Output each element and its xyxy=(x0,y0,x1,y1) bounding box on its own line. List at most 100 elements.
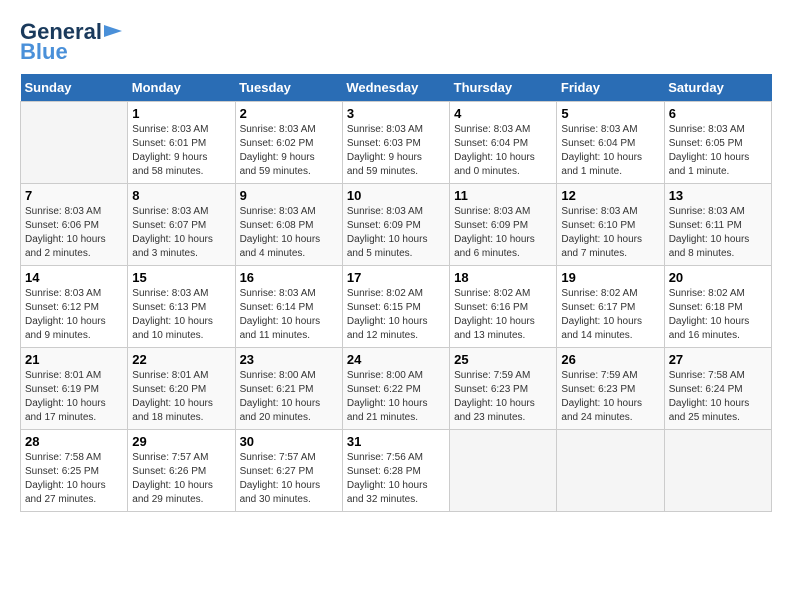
calendar-cell: 10Sunrise: 8:03 AMSunset: 6:09 PMDayligh… xyxy=(342,184,449,266)
day-number: 3 xyxy=(347,106,445,121)
day-number: 4 xyxy=(454,106,552,121)
calendar-cell xyxy=(21,102,128,184)
day-number: 31 xyxy=(347,434,445,449)
day-info: Sunrise: 7:57 AMSunset: 6:27 PMDaylight:… xyxy=(240,451,338,507)
calendar-header-friday: Friday xyxy=(557,74,664,102)
day-number: 29 xyxy=(132,434,230,449)
day-info: Sunrise: 8:03 AMSunset: 6:11 PMDaylight:… xyxy=(669,205,767,261)
day-info: Sunrise: 8:02 AMSunset: 6:16 PMDaylight:… xyxy=(454,287,552,343)
day-info: Sunrise: 7:58 AMSunset: 6:24 PMDaylight:… xyxy=(669,369,767,425)
calendar-cell: 5 Sunrise: 8:03 AMSunset: 6:04 PMDaylight… xyxy=(557,102,664,184)
day-info: Sunrise: 8:03 AMSunset: 6:03 PMDaylight:… xyxy=(347,123,445,179)
day-info: Sunrise: 8:00 AMSunset: 6:21 PMDaylight:… xyxy=(240,369,338,425)
day-info: Sunrise: 8:03 AMSunset: 6:04 PMDaylight:… xyxy=(454,123,552,179)
calendar-header-thursday: Thursday xyxy=(450,74,557,102)
calendar-body: 1 Sunrise: 8:03 AMSunset: 6:01 PMDaylight… xyxy=(21,102,772,512)
calendar-cell: 13Sunrise: 8:03 AMSunset: 6:11 PMDayligh… xyxy=(664,184,771,266)
calendar-cell: 21Sunrise: 8:01 AMSunset: 6:19 PMDayligh… xyxy=(21,348,128,430)
calendar-cell: 7 Sunrise: 8:03 AMSunset: 6:06 PMDaylight… xyxy=(21,184,128,266)
calendar-cell: 8 Sunrise: 8:03 AMSunset: 6:07 PMDaylight… xyxy=(128,184,235,266)
day-number: 30 xyxy=(240,434,338,449)
day-info: Sunrise: 8:01 AMSunset: 6:20 PMDaylight:… xyxy=(132,369,230,425)
day-number: 18 xyxy=(454,270,552,285)
calendar-cell: 14 Sunrise: 8:03 AMSunset: 6:12 PMDayligh… xyxy=(21,266,128,348)
day-number: 23 xyxy=(240,352,338,367)
calendar-cell: 19Sunrise: 8:02 AMSunset: 6:17 PMDayligh… xyxy=(557,266,664,348)
calendar-cell xyxy=(557,430,664,512)
day-number: 25 xyxy=(454,352,552,367)
day-number: 14 xyxy=(25,270,123,285)
logo-bird-icon xyxy=(104,21,122,41)
calendar-cell: 16 Sunrise: 8:03 AMSunset: 6:14 PMDayligh… xyxy=(235,266,342,348)
calendar-header: SundayMondayTuesdayWednesdayThursdayFrid… xyxy=(21,74,772,102)
calendar-week-5: 28Sunrise: 7:58 AMSunset: 6:25 PMDayligh… xyxy=(21,430,772,512)
day-info: Sunrise: 7:56 AMSunset: 6:28 PMDaylight:… xyxy=(347,451,445,507)
calendar-cell: 18 Sunrise: 8:02 AMSunset: 6:16 PMDayligh… xyxy=(450,266,557,348)
day-number: 9 xyxy=(240,188,338,203)
calendar-cell: 9 Sunrise: 8:03 AMSunset: 6:08 PMDaylight… xyxy=(235,184,342,266)
calendar-cell: 23 Sunrise: 8:00 AMSunset: 6:21 PMDayligh… xyxy=(235,348,342,430)
day-number: 24 xyxy=(347,352,445,367)
day-number: 2 xyxy=(240,106,338,121)
day-number: 27 xyxy=(669,352,767,367)
calendar-header-wednesday: Wednesday xyxy=(342,74,449,102)
day-info: Sunrise: 8:03 AMSunset: 6:10 PMDaylight:… xyxy=(561,205,659,261)
day-number: 7 xyxy=(25,188,123,203)
day-info: Sunrise: 8:03 AMSunset: 6:06 PMDaylight:… xyxy=(25,205,123,261)
calendar-cell: 25 Sunrise: 7:59 AMSunset: 6:23 PMDayligh… xyxy=(450,348,557,430)
logo: General Blue xyxy=(20,20,122,64)
day-info: Sunrise: 7:59 AMSunset: 6:23 PMDaylight:… xyxy=(454,369,552,425)
calendar-cell: 20Sunrise: 8:02 AMSunset: 6:18 PMDayligh… xyxy=(664,266,771,348)
day-info: Sunrise: 8:01 AMSunset: 6:19 PMDaylight:… xyxy=(25,369,123,425)
day-number: 16 xyxy=(240,270,338,285)
calendar-cell: 15 Sunrise: 8:03 AMSunset: 6:13 PMDayligh… xyxy=(128,266,235,348)
calendar-header-sunday: Sunday xyxy=(21,74,128,102)
calendar-week-1: 1 Sunrise: 8:03 AMSunset: 6:01 PMDaylight… xyxy=(21,102,772,184)
calendar-week-2: 7 Sunrise: 8:03 AMSunset: 6:06 PMDaylight… xyxy=(21,184,772,266)
day-info: Sunrise: 7:58 AMSunset: 6:25 PMDaylight:… xyxy=(25,451,123,507)
calendar-cell: 29 Sunrise: 7:57 AMSunset: 6:26 PMDayligh… xyxy=(128,430,235,512)
day-info: Sunrise: 8:02 AMSunset: 6:15 PMDaylight:… xyxy=(347,287,445,343)
day-info: Sunrise: 7:57 AMSunset: 6:26 PMDaylight:… xyxy=(132,451,230,507)
calendar-cell: 24 Sunrise: 8:00 AMSunset: 6:22 PMDayligh… xyxy=(342,348,449,430)
calendar-cell: 12Sunrise: 8:03 AMSunset: 6:10 PMDayligh… xyxy=(557,184,664,266)
day-number: 17 xyxy=(347,270,445,285)
calendar-cell: 2 Sunrise: 8:03 AMSunset: 6:02 PMDaylight… xyxy=(235,102,342,184)
day-info: Sunrise: 8:00 AMSunset: 6:22 PMDaylight:… xyxy=(347,369,445,425)
day-number: 26 xyxy=(561,352,659,367)
day-number: 19 xyxy=(561,270,659,285)
calendar-week-3: 14 Sunrise: 8:03 AMSunset: 6:12 PMDayligh… xyxy=(21,266,772,348)
calendar-cell: 1 Sunrise: 8:03 AMSunset: 6:01 PMDaylight… xyxy=(128,102,235,184)
day-info: Sunrise: 8:03 AMSunset: 6:04 PMDaylight:… xyxy=(561,123,659,179)
calendar-cell xyxy=(450,430,557,512)
day-info: Sunrise: 8:03 AMSunset: 6:07 PMDaylight:… xyxy=(132,205,230,261)
day-number: 1 xyxy=(132,106,230,121)
day-info: Sunrise: 8:03 AMSunset: 6:12 PMDaylight:… xyxy=(25,287,123,343)
calendar-header-tuesday: Tuesday xyxy=(235,74,342,102)
logo-text-blue: Blue xyxy=(20,40,122,64)
calendar-cell: 22Sunrise: 8:01 AMSunset: 6:20 PMDayligh… xyxy=(128,348,235,430)
calendar-cell: 6 Sunrise: 8:03 AMSunset: 6:05 PMDaylight… xyxy=(664,102,771,184)
day-number: 15 xyxy=(132,270,230,285)
calendar-table: SundayMondayTuesdayWednesdayThursdayFrid… xyxy=(20,74,772,512)
day-info: Sunrise: 8:03 AMSunset: 6:02 PMDaylight:… xyxy=(240,123,338,179)
day-info: Sunrise: 7:59 AMSunset: 6:23 PMDaylight:… xyxy=(561,369,659,425)
calendar-cell: 26 Sunrise: 7:59 AMSunset: 6:23 PMDayligh… xyxy=(557,348,664,430)
page-header: General Blue xyxy=(20,20,772,64)
day-number: 11 xyxy=(454,188,552,203)
calendar-cell: 3 Sunrise: 8:03 AMSunset: 6:03 PMDaylight… xyxy=(342,102,449,184)
day-info: Sunrise: 8:03 AMSunset: 6:05 PMDaylight:… xyxy=(669,123,767,179)
day-info: Sunrise: 8:03 AMSunset: 6:08 PMDaylight:… xyxy=(240,205,338,261)
calendar-cell: 17 Sunrise: 8:02 AMSunset: 6:15 PMDayligh… xyxy=(342,266,449,348)
calendar-cell: 31 Sunrise: 7:56 AMSunset: 6:28 PMDayligh… xyxy=(342,430,449,512)
day-number: 5 xyxy=(561,106,659,121)
calendar-cell: 4 Sunrise: 8:03 AMSunset: 6:04 PMDaylight… xyxy=(450,102,557,184)
day-info: Sunrise: 8:03 AMSunset: 6:14 PMDaylight:… xyxy=(240,287,338,343)
day-number: 8 xyxy=(132,188,230,203)
day-number: 6 xyxy=(669,106,767,121)
day-info: Sunrise: 8:03 AMSunset: 6:13 PMDaylight:… xyxy=(132,287,230,343)
day-number: 20 xyxy=(669,270,767,285)
day-info: Sunrise: 8:03 AMSunset: 6:01 PMDaylight:… xyxy=(132,123,230,179)
calendar-header-saturday: Saturday xyxy=(664,74,771,102)
calendar-header-monday: Monday xyxy=(128,74,235,102)
